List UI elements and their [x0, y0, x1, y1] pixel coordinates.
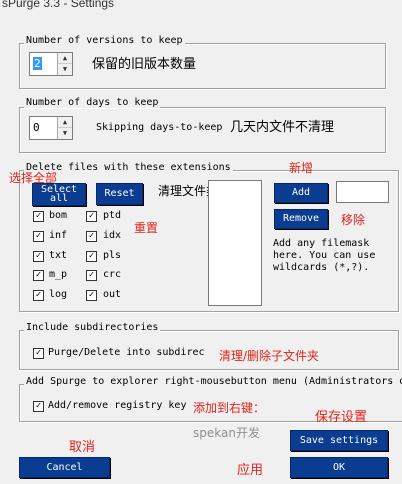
days-spin-buttons[interactable]: ▲ ▼: [57, 117, 72, 139]
spin-up-icon[interactable]: ▲: [58, 53, 72, 63]
extensions-listbox[interactable]: [208, 180, 262, 306]
spin-down-icon[interactable]: ▼: [58, 63, 72, 74]
reset-annotation: 重置: [134, 221, 159, 235]
ext-checkbox-bom[interactable]: ✓: [33, 211, 44, 222]
filemask-input[interactable]: [336, 181, 389, 203]
save-settings-button[interactable]: Save settings: [290, 430, 388, 451]
spin-up-icon[interactable]: ▲: [58, 117, 72, 127]
watermark-text: spekan开发: [193, 426, 260, 440]
ext-label-log: log: [49, 289, 68, 300]
ext-checkbox-idx[interactable]: ✓: [86, 231, 97, 242]
versions-value[interactable]: 2: [33, 57, 42, 70]
ext-label-inf: inf: [49, 230, 68, 241]
registry-checkbox-label: Add/remove registry key: [48, 400, 187, 411]
ext-checkbox-crc[interactable]: ✓: [86, 270, 97, 281]
days-note: Skipping days-to-keep: [96, 122, 223, 133]
versions-spinner[interactable]: 2 ▲ ▼: [29, 52, 73, 76]
ext-label-txt: txt: [49, 250, 68, 261]
ext-checkbox-pls[interactable]: ✓: [86, 251, 97, 262]
remove-button[interactable]: Remove: [274, 209, 328, 229]
cancel-button[interactable]: Cancel: [19, 457, 110, 478]
days-value[interactable]: 0: [33, 121, 40, 134]
ext-label-crc: crc: [103, 269, 122, 280]
ext-label-bom: bom: [49, 210, 68, 221]
days-annotation: 几天内文件不清理: [230, 120, 335, 135]
ext-checkbox-log[interactable]: ✓: [33, 290, 44, 301]
ext-label-out: out: [103, 289, 122, 300]
versions-group: [19, 43, 386, 89]
explorer-group-label: Add Spurge to explorer right-mousebutton…: [24, 376, 402, 387]
title-bar: sPurge 3.3 - Settings: [0, 0, 402, 12]
ext-checkbox-txt[interactable]: ✓: [33, 251, 44, 262]
filemask-help-line1: Add any filemask: [273, 238, 370, 249]
days-group-label: Number of days to keep: [24, 97, 161, 108]
save-annotation: 保存设置: [315, 410, 368, 425]
registry-annotation: 添加到右键：: [193, 401, 266, 415]
ext-label-ptd: ptd: [103, 210, 122, 221]
apply-annotation: 应用: [237, 463, 264, 478]
spin-down-icon[interactable]: ▼: [58, 127, 72, 138]
ext-checkbox-ptd[interactable]: ✓: [86, 211, 97, 222]
versions-annotation: 保留的旧版本数量: [92, 57, 197, 72]
filemask-help-line2: here. You can use: [273, 250, 376, 261]
versions-group-label: Number of versions to keep: [24, 35, 185, 46]
window-title: sPurge 3.3 - Settings: [2, 0, 115, 10]
add-annotation: 新增: [289, 161, 314, 175]
ok-button[interactable]: OK: [290, 457, 388, 478]
versions-spin-buttons[interactable]: ▲ ▼: [57, 53, 72, 75]
subdirs-checkbox[interactable]: ✓: [33, 348, 44, 359]
add-button[interactable]: Add: [274, 183, 328, 203]
reset-button[interactable]: Reset: [96, 183, 143, 205]
select-all-button[interactable]: Select all: [32, 183, 86, 206]
cancel-annotation: 取消: [69, 440, 96, 455]
subdirs-group-label: Include subdirectories: [24, 322, 161, 333]
ext-checkbox-m_p[interactable]: ✓: [33, 270, 44, 281]
registry-checkbox[interactable]: ✓: [33, 401, 44, 412]
remove-annotation: 移除: [341, 213, 366, 227]
ext-label-idx: idx: [103, 230, 122, 241]
filemask-help-line3: wildcards (*,?).: [273, 262, 370, 273]
subdirs-annotation: 清理/删除子文件夹: [219, 349, 320, 363]
days-spinner[interactable]: 0 ▲ ▼: [29, 116, 73, 140]
ext-checkbox-inf[interactable]: ✓: [33, 231, 44, 242]
subdirs-checkbox-label: Purge/Delete into subdirec: [48, 347, 205, 358]
ext-label-pls: pls: [103, 250, 122, 261]
ext-checkbox-out[interactable]: ✓: [86, 290, 97, 301]
ext-label-m_p: m_p: [49, 269, 68, 280]
select-all-label-line2: all: [49, 193, 69, 204]
